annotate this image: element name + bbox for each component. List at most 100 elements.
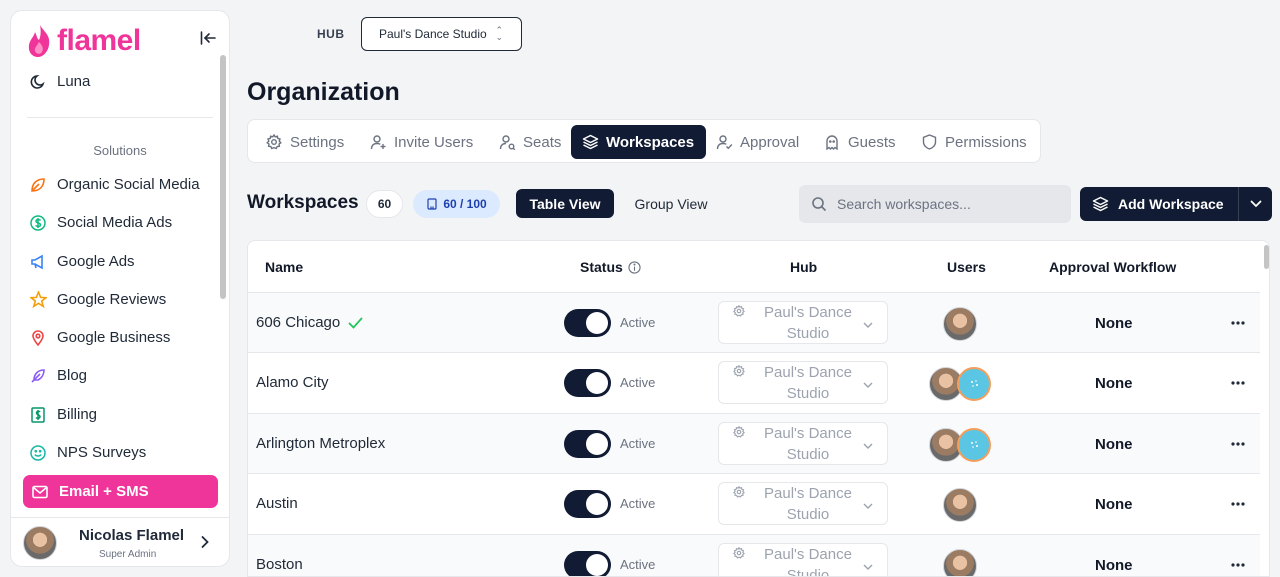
sidebar-item-luna[interactable]: Luna [23, 65, 218, 98]
hub-select-cell[interactable]: Paul's Dance Studio [718, 301, 888, 344]
hub-select-cell[interactable]: Paul's Dance Studio [718, 482, 888, 525]
column-header-name[interactable]: Name [265, 259, 303, 275]
users-cell[interactable] [943, 307, 977, 341]
shield-icon [920, 133, 938, 151]
tab-label: Seats [523, 133, 562, 151]
column-header-approval-workflow[interactable]: Approval Workflow [1049, 259, 1176, 275]
hub-select-cell[interactable]: Paul's Dance Studio [718, 543, 888, 577]
sidebar-item-blog[interactable]: Blog [23, 359, 218, 392]
sidebar-item-google-reviews[interactable]: Google Reviews [23, 283, 218, 316]
users-cell[interactable] [929, 367, 991, 401]
status-toggle[interactable] [564, 430, 611, 458]
tab-approval[interactable]: Approval [705, 125, 811, 159]
table-row[interactable]: 606 Chicago Active Paul's Dance Studio No… [248, 292, 1260, 353]
search-workspaces-field[interactable] [799, 185, 1071, 223]
column-header-status[interactable]: Status [580, 259, 641, 275]
tab-seats[interactable]: Seats [488, 125, 573, 159]
sidebar-item-billing[interactable]: Billing [23, 398, 218, 431]
table-row[interactable]: Boston Active Paul's Dance Studio None [248, 534, 1260, 577]
sidebar-item-google-business[interactable]: Google Business [23, 321, 218, 354]
workspace-name: 606 Chicago [256, 314, 341, 331]
gear-icon [265, 133, 283, 151]
table-row[interactable]: Austin Active Paul's Dance Studio None [248, 473, 1260, 534]
table-view-button[interactable]: Table View [516, 189, 614, 218]
hub-line-1: Paul's Dance [764, 546, 852, 563]
add-workspace-button[interactable]: Add Workspace [1080, 187, 1238, 221]
hub-line-2: Studio [786, 506, 830, 523]
workspace-name-cell: Alamo City [256, 374, 329, 391]
sidebar-scrollbar[interactable] [220, 55, 226, 299]
sidebar-item-google-ads[interactable]: Google Ads [23, 245, 218, 278]
hub-select-cell[interactable]: Paul's Dance Studio [718, 422, 888, 465]
group-view-button[interactable]: Group View [622, 189, 720, 218]
user-check-icon [715, 133, 733, 151]
status-toggle[interactable] [564, 309, 611, 337]
megaphone-icon [29, 253, 47, 271]
sidebar-item-email-sms[interactable]: Email + SMS [23, 475, 218, 508]
workspace-name-cell: Boston [256, 556, 303, 573]
avatar [23, 526, 57, 560]
workspace-name: Austin [256, 495, 298, 512]
leaf-icon [29, 176, 47, 194]
search-icon [812, 197, 827, 212]
hub-cell-text: Paul's Dance Studio [753, 483, 863, 525]
status-text: Active [620, 375, 656, 390]
sidebar: flamel Luna Solutions Organic Social Med… [10, 10, 230, 567]
hub-line-1: Paul's Dance [764, 425, 852, 442]
sidebar-divider [27, 117, 213, 118]
users-cell[interactable] [929, 428, 991, 462]
tab-invite-users[interactable]: Invite Users [359, 125, 485, 159]
sidebar-item-organic-social-media[interactable]: Organic Social Media [23, 168, 218, 201]
hub-line-2: Studio [786, 446, 830, 463]
sidebar-item-label: Google Ads [57, 253, 135, 270]
hub-line-2: Studio [786, 567, 830, 577]
column-header-hub[interactable]: Hub [790, 259, 817, 275]
users-cell[interactable] [943, 549, 977, 576]
column-header-users[interactable]: Users [947, 259, 986, 275]
info-icon[interactable] [628, 260, 641, 274]
sidebar-item-label: Blog [57, 367, 88, 384]
tab-workspaces[interactable]: Workspaces [571, 125, 707, 159]
check-icon [348, 317, 363, 329]
more-horizontal-icon [1231, 321, 1245, 325]
sidebar-item-social-media-ads[interactable]: Social Media Ads [23, 206, 218, 239]
approval-workflow-value: None [1095, 436, 1133, 453]
flame-icon [28, 25, 50, 57]
status-toggle[interactable] [564, 369, 611, 397]
chevron-right-icon [201, 535, 209, 554]
sidebar-item-label: NPS Surveys [57, 444, 147, 461]
status-toggle[interactable] [564, 551, 611, 576]
status-toggle[interactable] [564, 490, 611, 518]
collapse-sidebar-button[interactable] [197, 27, 219, 49]
sidebar-item-nps-surveys[interactable]: NPS Surveys [23, 436, 218, 469]
ai-assistant-avatar [957, 367, 991, 401]
approval-workflow-value: None [1095, 315, 1133, 332]
tab-guests[interactable]: Guests [813, 125, 908, 159]
hub-cell-text: Paul's Dance Studio [753, 423, 863, 465]
hub-line-1: Paul's Dance [764, 485, 852, 502]
more-actions-button[interactable] [1228, 494, 1248, 514]
tab-permissions[interactable]: Permissions [910, 125, 1039, 159]
search-input[interactable] [837, 196, 1057, 212]
approval-workflow-value: None [1095, 496, 1133, 513]
table-row[interactable]: Alamo City Active Paul's Dance Studio Non… [248, 352, 1260, 413]
more-actions-button[interactable] [1228, 313, 1248, 333]
star-icon [29, 291, 47, 309]
more-actions-button[interactable] [1228, 373, 1248, 393]
hub-select[interactable]: Paul's Dance Studio ⌃ ⌄ [361, 17, 522, 51]
hub-select-cell[interactable]: Paul's Dance Studio [718, 361, 888, 404]
tab-settings[interactable]: Settings [255, 125, 356, 159]
user-name: Nicolas Flamel [79, 527, 185, 544]
table-row[interactable]: Arlington Metroplex Active Paul's Dance S… [248, 413, 1260, 474]
sidebar-item-label: Billing [57, 406, 98, 423]
table-scrollbar[interactable] [1264, 245, 1269, 269]
user-menu[interactable]: Nicolas Flamel Super Admin [11, 517, 229, 566]
more-actions-button[interactable] [1228, 434, 1248, 454]
smile-icon [29, 444, 47, 462]
flamel-logo[interactable]: flamel [27, 19, 141, 63]
add-workspace-dropdown-button[interactable] [1238, 187, 1272, 221]
chevron-down-icon [863, 497, 873, 515]
more-actions-button[interactable] [1228, 555, 1248, 575]
users-cell[interactable] [943, 488, 977, 522]
workspace-name-cell: 606 Chicago [256, 314, 363, 331]
